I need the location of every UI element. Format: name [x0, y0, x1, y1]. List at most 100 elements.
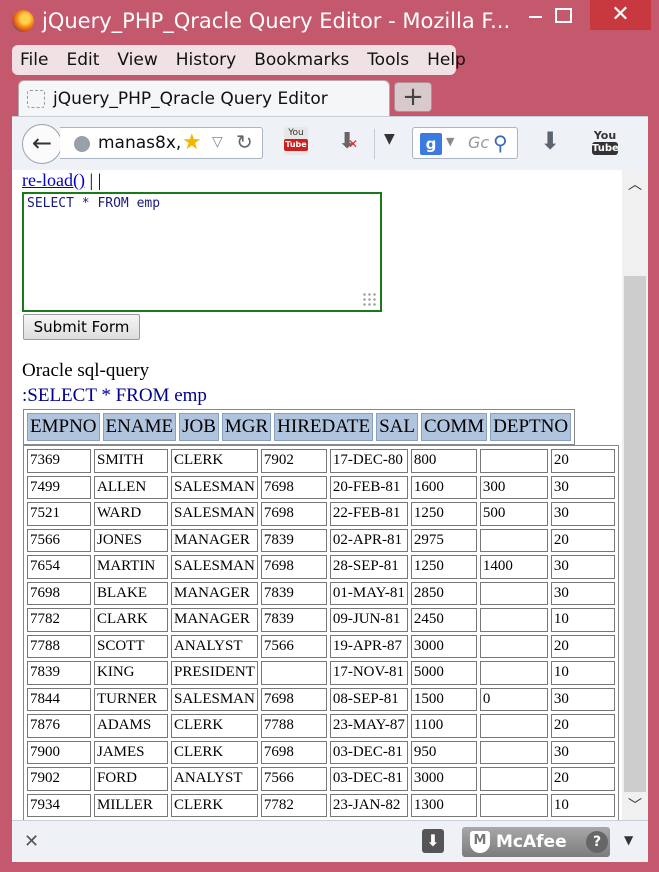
google-icon[interactable]: g — [420, 133, 442, 155]
table-cell-empno: 7698 — [27, 581, 91, 605]
table-cell-hiredate: 28-SEP-81 — [329, 555, 408, 579]
table-cell-deptno: 20 — [550, 528, 615, 552]
table-cell-job: MANAGER — [171, 581, 258, 605]
addon-dropdown-icon[interactable]: ▼ — [624, 833, 633, 847]
table-cell-sal: 950 — [410, 740, 477, 764]
scroll-down-icon[interactable]: ﹀ — [622, 792, 648, 820]
table-cell-job: CLERK — [171, 740, 258, 764]
table-cell-ename: SCOTT — [94, 634, 168, 658]
table-cell-hiredate: 17-DEC-80 — [329, 449, 408, 473]
table-cell-job: ANALYST — [171, 634, 258, 658]
table-cell-sal: 3000 — [410, 767, 477, 791]
table-row: 7521 WARD SALESMAN 7698 22-FEB-81 1250 500 30 — [27, 502, 615, 526]
table-cell-comm — [479, 661, 548, 685]
table-cell-job: MANAGER — [171, 528, 258, 552]
header-row: EMPNO ENAME JOB MGR HIREDATE SAL COMM DE… — [27, 413, 572, 441]
table-cell-deptno: 30 — [550, 475, 615, 499]
table-cell-mgr: 7902 — [260, 449, 327, 473]
table-cell-comm: 300 — [479, 475, 548, 499]
table-cell-sal: 800 — [410, 449, 477, 473]
menu-file[interactable]: File — [20, 50, 48, 70]
table-cell-ename: WARD — [94, 502, 168, 526]
reload-link[interactable]: re-load() — [22, 170, 85, 190]
url-text[interactable]: manas8x, — [98, 133, 181, 153]
url-bar[interactable]: manas8x, ★ ▽ ↻ — [60, 127, 263, 159]
maximize-button[interactable] — [542, 0, 588, 30]
menu-bookmarks[interactable]: Bookmarks — [254, 50, 349, 70]
table-cell-job: SALESMAN — [171, 502, 258, 526]
toolbar-dropdown-icon[interactable]: ▼ — [384, 131, 395, 147]
mcafee-button[interactable]: M McAfee ? — [462, 827, 610, 857]
table-cell-empno: 7654 — [27, 555, 91, 579]
table-row: 7369 SMITH CLERK 7902 17-DEC-80 800 20 — [27, 449, 615, 473]
submit-form-button[interactable]: Submit Form — [23, 314, 140, 340]
vertical-scrollbar[interactable]: ︿ ﹀ — [622, 170, 648, 820]
search-input[interactable]: Gc — [468, 133, 489, 152]
table-cell-ename: TURNER — [94, 687, 168, 711]
bookmark-star-icon[interactable]: ★ — [182, 130, 202, 155]
table-cell-comm — [479, 740, 548, 764]
table-row: 7788 SCOTT ANALYST 7566 19-APR-87 3000 20 — [27, 634, 615, 658]
table-cell-mgr: 7698 — [260, 687, 327, 711]
chevron-down-icon[interactable]: ▽ — [212, 134, 223, 150]
table-cell-comm — [479, 581, 548, 605]
table-cell-sal: 1600 — [410, 475, 477, 499]
scroll-thumb[interactable] — [624, 276, 646, 792]
youtube-icon[interactable]: You Tube — [592, 129, 619, 157]
table-cell-deptno: 10 — [550, 608, 615, 632]
scroll-up-icon[interactable]: ︿ — [622, 170, 648, 200]
sql-query-textarea[interactable] — [22, 192, 382, 312]
table-cell-deptno: 30 — [550, 687, 615, 711]
table-cell-ename: MARTIN — [94, 555, 168, 579]
menu-history[interactable]: History — [176, 50, 236, 70]
tab-title: jQuery_PHP_Qracle Query Editor — [53, 89, 328, 109]
table-cell-empno: 7900 — [27, 740, 91, 764]
table-cell-comm — [479, 608, 548, 632]
download-icon[interactable]: ⬇ — [422, 829, 444, 853]
table-cell-empno: 7782 — [27, 608, 91, 632]
table-row: 7876 ADAMS CLERK 7788 23-MAY-87 1100 20 — [27, 714, 615, 738]
table-cell-ename: FORD — [94, 767, 168, 791]
resize-grip-icon[interactable] — [362, 292, 378, 308]
back-button[interactable]: ← — [22, 124, 62, 164]
menu-edit[interactable]: Edit — [66, 50, 99, 70]
search-engine-dropdown-icon[interactable]: ▼ — [446, 135, 454, 148]
table-cell-hiredate: 02-APR-81 — [329, 528, 408, 552]
close-icon[interactable]: ✕ — [24, 831, 39, 852]
table-cell-sal: 3000 — [410, 634, 477, 658]
download-blocked-icon[interactable]: ⬇ — [338, 129, 359, 154]
table-cell-deptno: 20 — [550, 714, 615, 738]
table-cell-sal: 2850 — [410, 581, 477, 605]
menu-bar: File Edit View History Bookmarks Tools H… — [12, 45, 466, 75]
col-deptno: DEPTNO — [490, 413, 572, 441]
menu-help[interactable]: Help — [427, 50, 466, 70]
table-cell-empno: 7902 — [27, 767, 91, 791]
search-icon[interactable]: ⚲ — [493, 131, 508, 155]
reload-icon[interactable]: ↻ — [236, 130, 253, 154]
search-box[interactable]: g ▼ Gc ⚲ — [412, 127, 518, 159]
table-cell-deptno: 20 — [550, 767, 615, 791]
table-cell-comm: 1400 — [479, 555, 548, 579]
table-cell-mgr: 7566 — [260, 767, 327, 791]
tab-query-editor[interactable]: jQuery_PHP_Qracle Query Editor — [18, 80, 390, 118]
toolbar-separator — [374, 129, 375, 159]
window-title: jQuery_PHP_Qracle Query Editor - Mozilla… — [42, 9, 511, 33]
table-cell-hiredate: 09-JUN-81 — [329, 608, 408, 632]
table-cell-sal: 5000 — [410, 661, 477, 685]
col-hiredate: HIREDATE — [274, 413, 374, 441]
table-cell-job: SALESMAN — [171, 687, 258, 711]
column-header-table: EMPNO ENAME JOB MGR HIREDATE SAL COMM DE… — [23, 409, 576, 445]
mcafee-help-icon[interactable]: ? — [586, 831, 608, 853]
table-cell-empno: 7934 — [27, 793, 91, 817]
page-content: re-load() | | Submit Form Oracle sql-que… — [12, 170, 622, 820]
table-cell-mgr: 7698 — [260, 475, 327, 499]
table-cell-deptno: 20 — [550, 634, 615, 658]
menu-tools[interactable]: Tools — [367, 50, 409, 70]
menu-view[interactable]: View — [117, 50, 157, 70]
table-cell-ename: JONES — [94, 528, 168, 552]
table-cell-job: MANAGER — [171, 608, 258, 632]
downloads-icon[interactable]: ⬇ — [540, 127, 560, 155]
new-tab-button[interactable]: + — [394, 82, 432, 112]
youtube-addon-icon[interactable]: You Tube — [284, 127, 308, 155]
close-window-button[interactable]: ✕ — [590, 0, 651, 30]
